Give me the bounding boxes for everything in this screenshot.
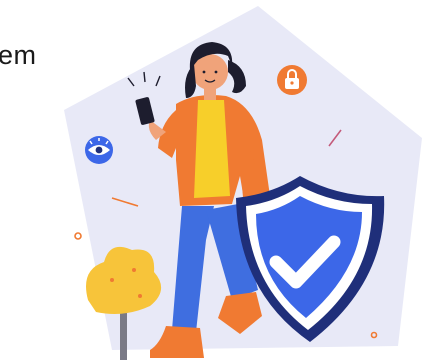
lock-icon xyxy=(277,65,307,95)
eye-icon xyxy=(85,136,113,164)
security-illustration xyxy=(64,6,422,360)
illustration-stage: em xyxy=(0,0,432,362)
